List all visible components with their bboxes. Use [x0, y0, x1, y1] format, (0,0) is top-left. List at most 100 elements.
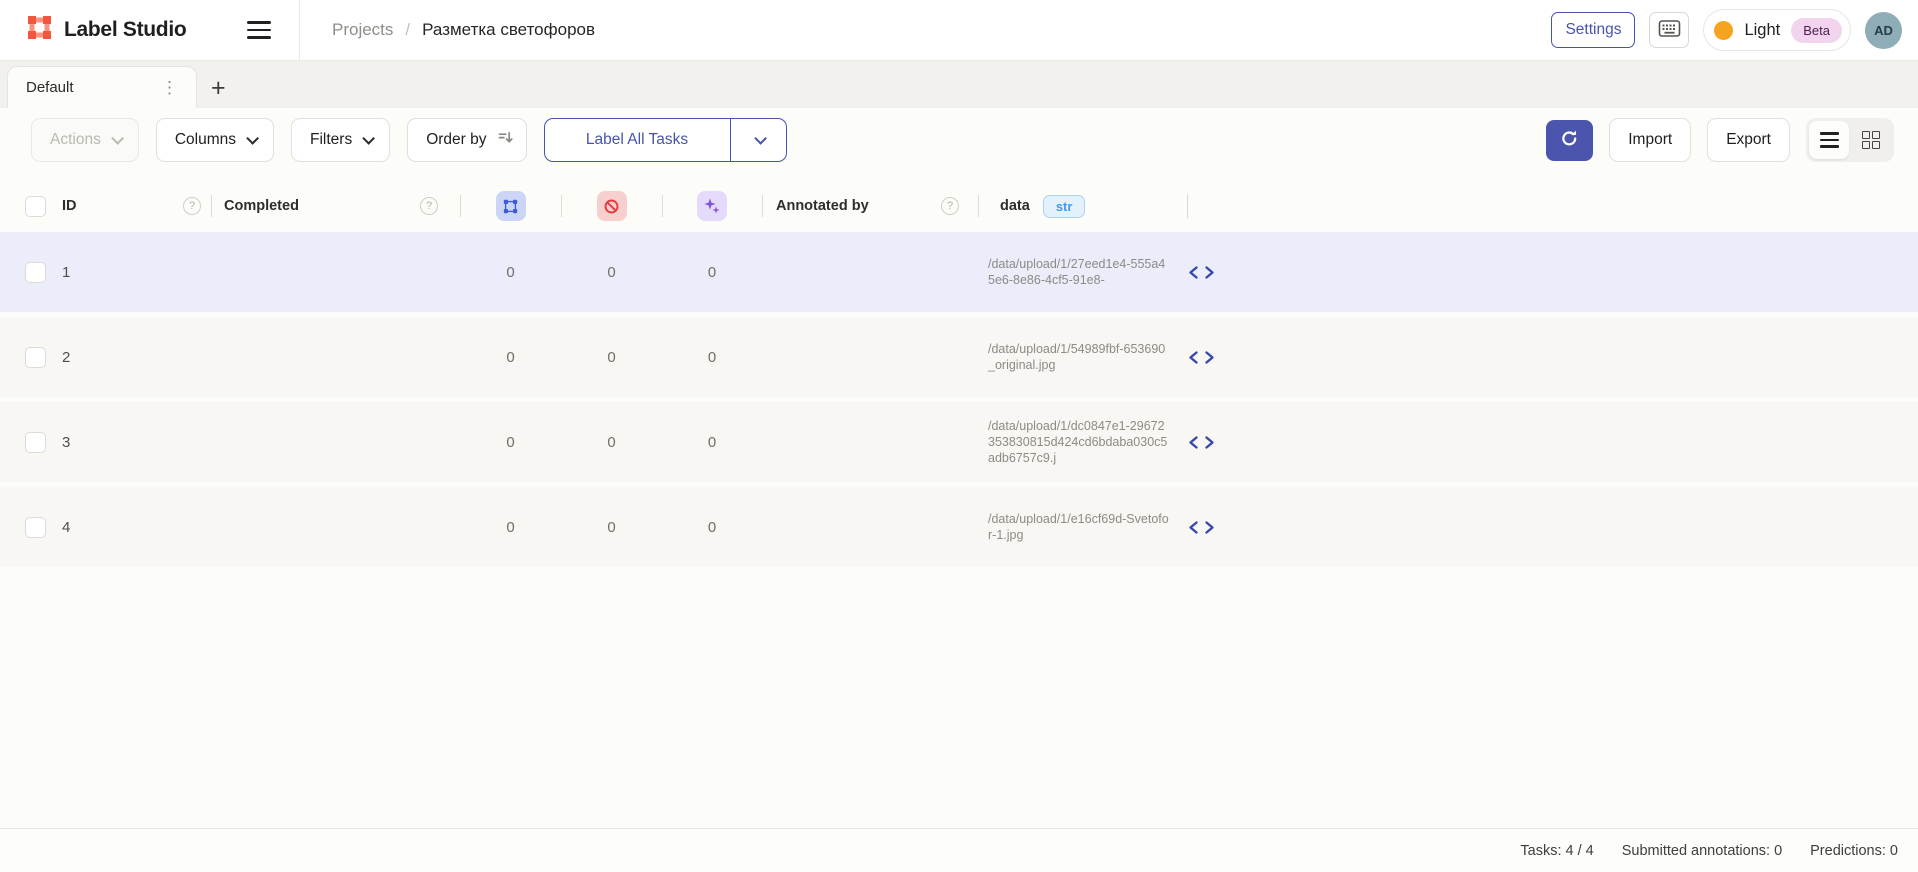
data-path-value: /data/upload/1/54989fbf-653690_original.…	[988, 341, 1170, 373]
row-id-cell: 1	[50, 232, 211, 312]
row-predictions-cell: 0	[662, 487, 762, 567]
label-studio-logo-icon	[25, 13, 54, 47]
tab-options-kebab-icon[interactable]: ⋮	[155, 76, 184, 100]
column-header-annotated-by[interactable]: Annotated by ?	[762, 186, 978, 226]
expand-code-button[interactable]	[1188, 350, 1215, 365]
cancelled-annotations-value: 0	[607, 264, 615, 281]
theme-toggle[interactable]: Light Beta	[1703, 9, 1851, 51]
row-spacer-cell	[1280, 402, 1918, 482]
table-row[interactable]: 4 0 0 0 /data/upload/1/e16cf69d-Svetofor…	[0, 487, 1918, 567]
order-by-button[interactable]: Order by	[407, 118, 526, 162]
chevron-left-icon	[1188, 350, 1199, 365]
cancelled-annotations-value: 0	[607, 519, 615, 536]
column-header-cancelled-annotations[interactable]	[561, 186, 662, 226]
import-button[interactable]: Import	[1609, 118, 1691, 162]
row-predictions-cell: 0	[662, 317, 762, 397]
completed-column-label: Completed	[224, 198, 299, 214]
chevron-right-icon	[1204, 265, 1215, 280]
annotations-bbox-icon	[496, 191, 526, 221]
row-predictions-cell: 0	[662, 402, 762, 482]
add-tab-button[interactable]: +	[211, 76, 226, 101]
breadcrumb: Projects / Разметка светофоров	[300, 0, 595, 60]
row-completed-cell	[211, 317, 460, 397]
label-all-tasks-dropdown[interactable]	[730, 119, 786, 161]
grid-view-icon	[1862, 131, 1881, 150]
row-cancelled-annotations-cell: 0	[561, 317, 662, 397]
row-checkbox[interactable]	[25, 517, 46, 538]
row-data-cell: /data/upload/1/27eed1e4-555a45e6-8e86-4c…	[978, 232, 1280, 312]
id-column-label: ID	[62, 198, 77, 214]
column-header-total-annotations[interactable]	[460, 186, 561, 226]
chevron-down-icon	[362, 132, 375, 145]
main-content: Actions Columns Filters Order by	[0, 108, 1918, 828]
refresh-button[interactable]	[1546, 120, 1593, 161]
settings-button[interactable]: Settings	[1551, 12, 1635, 48]
label-all-tasks-split-button: Label All Tasks	[544, 118, 787, 162]
tab-default[interactable]: Default ⋮	[7, 66, 197, 108]
predictions-value: 0	[708, 264, 716, 281]
column-header-predictions[interactable]	[662, 186, 762, 226]
user-avatar[interactable]: AD	[1865, 12, 1902, 49]
label-all-tasks-button[interactable]: Label All Tasks	[545, 119, 730, 161]
column-header-id[interactable]: ID ?	[50, 186, 211, 226]
row-total-annotations-cell: 0	[460, 402, 561, 482]
columns-label: Columns	[175, 131, 236, 149]
column-header-spacer	[1280, 186, 1918, 226]
expand-code-button[interactable]	[1188, 520, 1215, 535]
row-completed-cell	[211, 402, 460, 482]
tab-bar: Default ⋮ +	[0, 61, 1918, 108]
row-spacer-cell	[1280, 232, 1918, 312]
row-total-annotations-cell: 0	[460, 487, 561, 567]
table-row[interactable]: 2 0 0 0 /data/upload/1/54989fbf-653690_o…	[0, 317, 1918, 397]
columns-button[interactable]: Columns	[156, 118, 274, 162]
row-checkbox-cell	[0, 317, 50, 397]
table-row[interactable]: 1 0 0 0 /data/upload/1/27eed1e4-555a45e6…	[0, 232, 1918, 312]
actions-button[interactable]: Actions	[31, 118, 139, 162]
data-path-value: /data/upload/1/e16cf69d-Svetofor-1.jpg	[988, 511, 1170, 543]
export-button[interactable]: Export	[1707, 118, 1790, 162]
total-annotations-value: 0	[506, 349, 514, 366]
data-type-badge: str	[1043, 195, 1086, 218]
order-by-label: Order by	[426, 131, 486, 149]
column-header-data[interactable]: data str	[978, 186, 1280, 226]
select-all-checkbox[interactable]	[25, 196, 46, 217]
app-logo[interactable]: Label Studio	[25, 13, 186, 47]
row-id-cell: 3	[50, 402, 211, 482]
table-row[interactable]: 3 0 0 0 /data/upload/1/dc0847e1-29672353…	[0, 402, 1918, 482]
row-checkbox-cell	[0, 487, 50, 567]
tasks-count: Tasks: 4 / 4	[1520, 843, 1593, 859]
row-annotated-by-cell	[762, 317, 978, 397]
row-cancelled-annotations-cell: 0	[561, 487, 662, 567]
row-checkbox[interactable]	[25, 347, 46, 368]
chevron-left-icon	[1188, 265, 1199, 280]
chevron-left-icon	[1188, 435, 1199, 450]
list-view-icon	[1820, 132, 1839, 148]
grid-view-button[interactable]	[1851, 121, 1891, 159]
help-icon[interactable]: ?	[183, 197, 201, 215]
tab-label: Default	[26, 79, 74, 96]
task-id: 3	[50, 434, 70, 451]
column-header-completed[interactable]: Completed ?	[211, 186, 460, 226]
filters-button[interactable]: Filters	[291, 118, 390, 162]
cancelled-annotations-value: 0	[607, 434, 615, 451]
row-checkbox[interactable]	[25, 262, 46, 283]
help-icon[interactable]: ?	[941, 197, 959, 215]
hamburger-menu-icon[interactable]	[241, 15, 277, 45]
row-id-cell: 2	[50, 317, 211, 397]
table-header-row: ID ? Completed ?	[0, 186, 1918, 226]
row-id-cell: 4	[50, 487, 211, 567]
expand-code-button[interactable]	[1188, 265, 1215, 280]
keyboard-shortcuts-button[interactable]	[1649, 12, 1689, 48]
row-annotated-by-cell	[762, 402, 978, 482]
header-right-section: Settings Light Beta AD	[1551, 0, 1918, 60]
expand-code-button[interactable]	[1188, 435, 1215, 450]
row-checkbox[interactable]	[25, 432, 46, 453]
label-studio-app: Label Studio Projects / Разметка светофо…	[0, 0, 1918, 872]
actions-label: Actions	[50, 131, 101, 149]
task-rows-list: 1 0 0 0 /data/upload/1/27eed1e4-555a45e6…	[0, 232, 1918, 567]
list-view-button[interactable]	[1809, 121, 1849, 159]
help-icon[interactable]: ?	[420, 197, 438, 215]
row-cancelled-annotations-cell: 0	[561, 402, 662, 482]
predictions-value: 0	[708, 519, 716, 536]
breadcrumb-projects-link[interactable]: Projects	[332, 20, 393, 40]
